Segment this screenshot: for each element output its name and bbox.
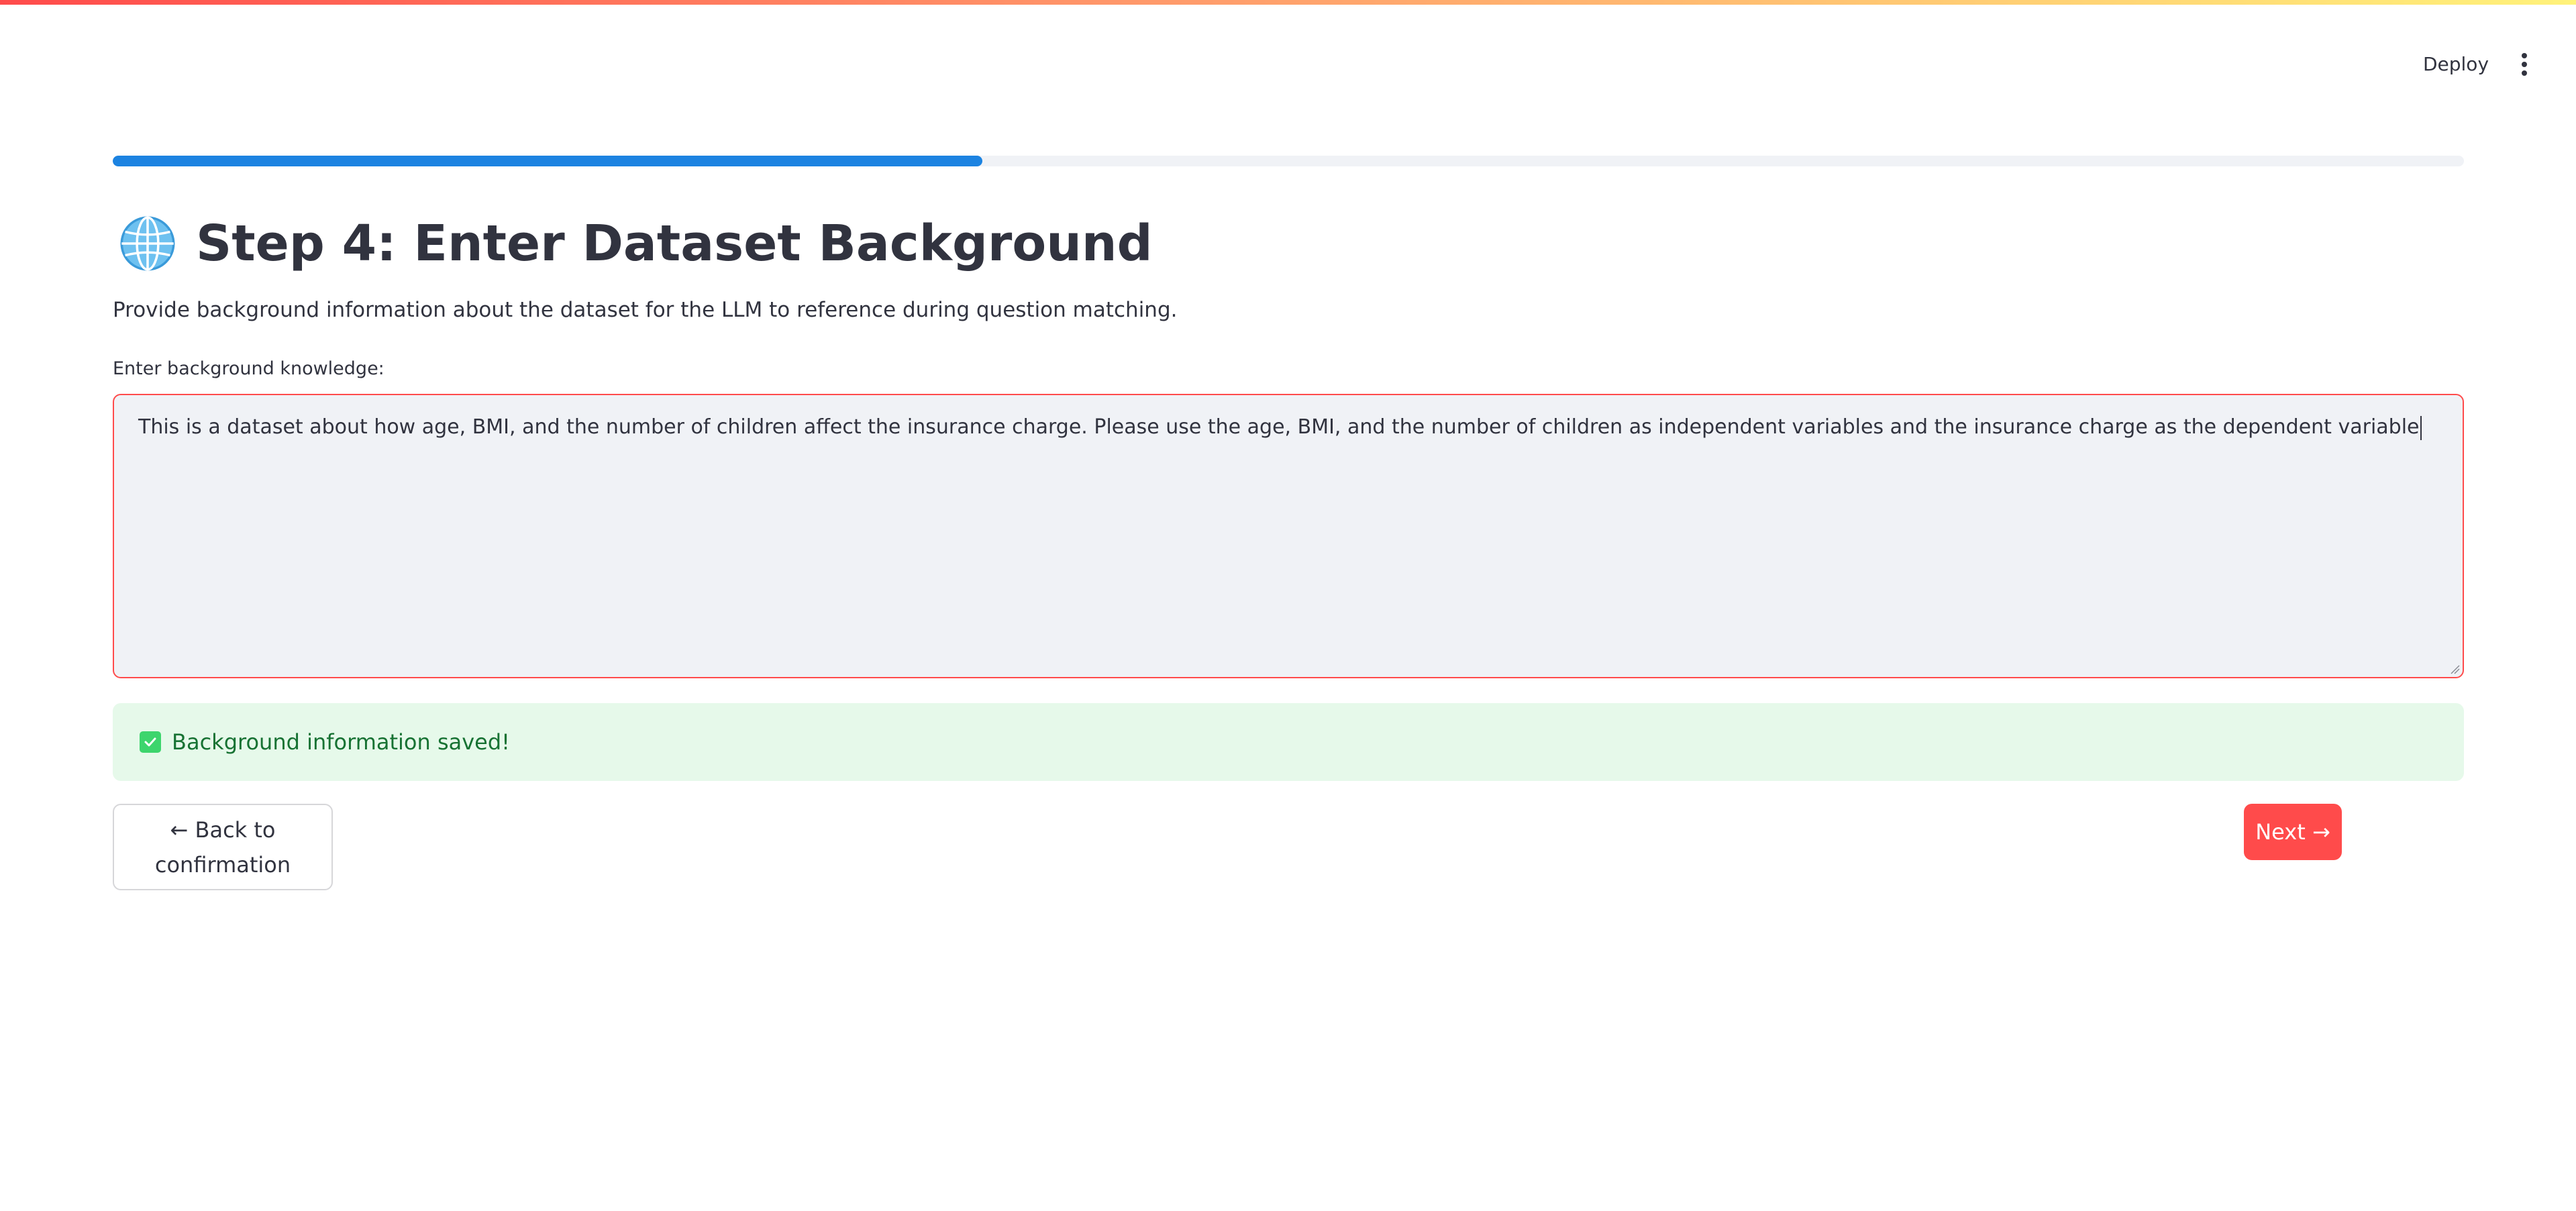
- globe-icon: [120, 216, 175, 270]
- vertical-dots-icon: [2522, 53, 2527, 58]
- background-textarea[interactable]: This is a dataset about how age, BMI, an…: [113, 394, 2464, 678]
- top-decoration-bar: [0, 0, 2576, 5]
- back-to-confirmation-button[interactable]: ← Back to confirmation: [113, 804, 333, 890]
- resize-handle-icon[interactable]: [2449, 664, 2460, 674]
- text-caret: [2420, 415, 2422, 440]
- next-button[interactable]: Next →: [2244, 804, 2342, 860]
- background-input-label: Enter background knowledge:: [113, 358, 384, 379]
- success-message: Background information saved!: [172, 729, 510, 755]
- progress-bar-fill: [113, 156, 983, 166]
- deploy-button[interactable]: Deploy: [2409, 45, 2503, 84]
- page-title-row: Step 4: Enter Dataset Background: [113, 208, 1153, 278]
- page-title: Step 4: Enter Dataset Background: [196, 214, 1153, 272]
- background-textarea-value: This is a dataset about how age, BMI, an…: [138, 415, 2422, 440]
- app-header: Deploy: [0, 5, 2576, 115]
- main-menu-button[interactable]: [2510, 45, 2539, 84]
- progress-bar: [113, 156, 2464, 166]
- page-description: Provide background information about the…: [113, 298, 1178, 322]
- success-alert: Background information saved!: [113, 703, 2464, 781]
- check-box-icon: [140, 731, 161, 753]
